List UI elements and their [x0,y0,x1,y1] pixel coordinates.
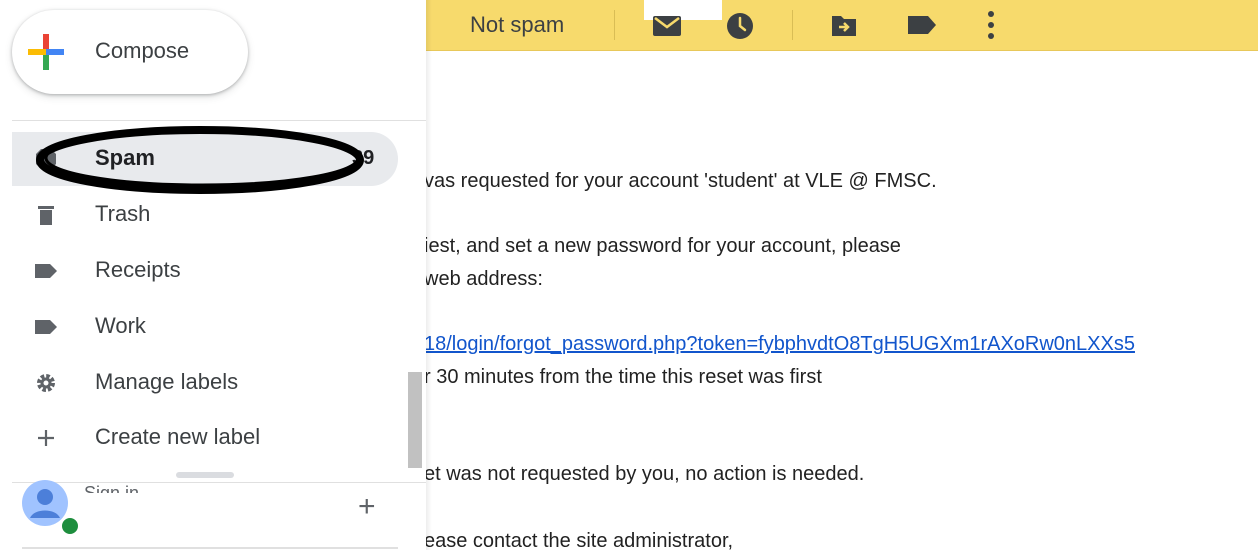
spam-icon [36,149,56,169]
email-line: web address: [424,268,543,290]
hangouts-signin-text: Sign in [84,483,140,493]
move-to-icon[interactable] [830,12,858,38]
divider [12,482,426,483]
email-line: iest, and set a new password for your ac… [424,235,901,257]
email-line: et was not requested by you, no action i… [424,463,865,485]
mark-unread-icon[interactable] [652,12,682,38]
sidebar-item-label: Receipts [95,257,181,282]
sidebar-item-create-new-label[interactable]: Create new label [12,411,398,465]
sidebar-item-label: Trash [95,201,151,226]
spam-toolbar: Not spam [426,0,1258,51]
gear-icon [37,374,55,392]
label-icon[interactable] [906,14,938,36]
more-vert-icon[interactable] [986,10,996,40]
sidebar-item-manage-labels[interactable]: Manage labels [12,356,398,410]
snooze-icon[interactable] [726,12,754,40]
compose-button[interactable]: Compose [12,10,248,94]
label-icon [35,320,57,334]
compose-plus-icon [28,34,64,70]
sidebar-item-label: Work [95,313,146,338]
drag-handle[interactable] [176,472,234,478]
sidebar-item-label: Spam [95,145,155,170]
email-line: r 30 minutes from the time this reset wa… [424,366,822,388]
toolbar-divider [792,10,793,40]
sidebar-item-work[interactable]: Work [12,300,398,354]
divider [12,120,426,121]
new-conversation-button[interactable]: + [358,492,376,522]
plus-icon [38,430,54,446]
sidebar-item-receipts[interactable]: Receipts [12,244,398,298]
sidebar-item-label: Create new label [95,424,261,449]
sidebar: Compose Spam 39 Trash Receipts Work Mana… [0,0,426,550]
label-icon [35,264,57,278]
toolbar-divider [614,10,615,40]
email-line: vas requested for your account 'student'… [424,170,937,192]
password-reset-link[interactable]: 18/login/forgot_password.php?token=fybph… [424,333,1135,355]
compose-label: Compose [95,38,190,63]
sidebar-shadow [426,0,432,550]
sidebar-scrollbar[interactable] [408,372,422,468]
not-spam-button[interactable]: Not spam [470,12,564,38]
unread-count: 39 [352,147,375,169]
trash-icon [38,206,54,225]
sidebar-item-label: Manage labels [95,369,239,394]
online-status-dot [60,516,80,536]
sidebar-item-spam[interactable]: Spam 39 [12,132,398,186]
sidebar-item-trash[interactable]: Trash [12,188,398,242]
reset-link-line: 18/login/forgot_password.php?token=fybph… [424,333,1135,356]
divider [22,547,398,549]
